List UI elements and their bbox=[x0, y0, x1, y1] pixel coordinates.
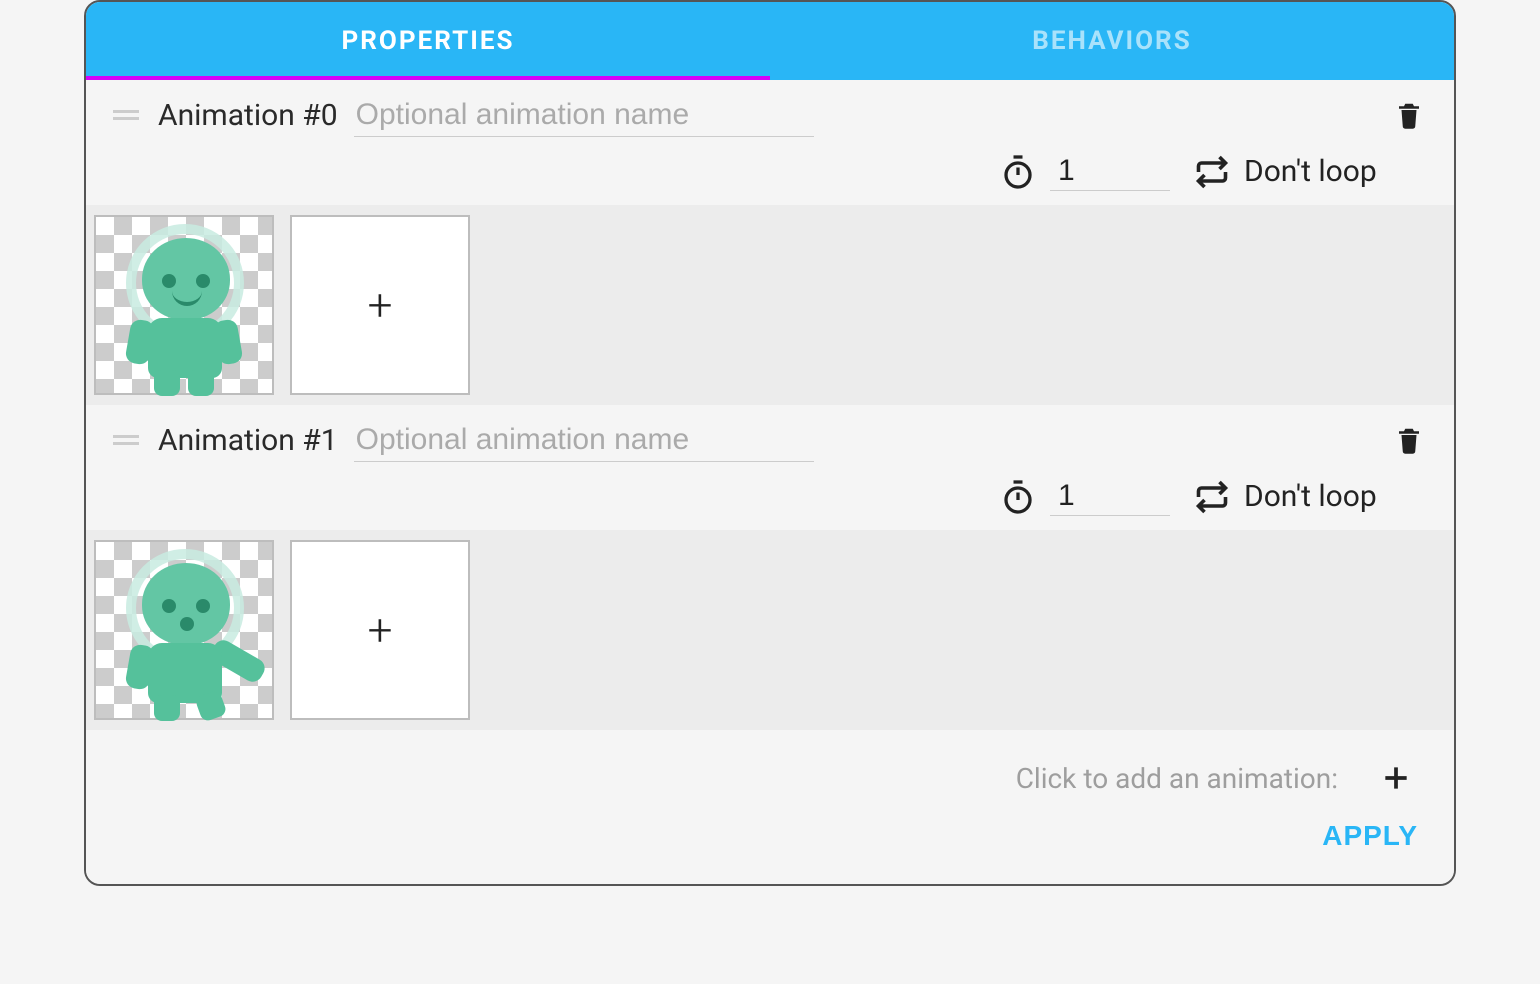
tab-behaviors-label: BEHAVIORS bbox=[1032, 26, 1191, 56]
sprite-preview bbox=[104, 220, 264, 390]
animation-item: Animation #1 bbox=[86, 405, 1454, 730]
tab-properties-label: PROPERTIES bbox=[342, 26, 515, 56]
drag-handle-icon[interactable] bbox=[110, 110, 142, 120]
plus-icon bbox=[1380, 762, 1412, 794]
animation-header: Animation #0 bbox=[86, 80, 1454, 138]
add-frame-button[interactable]: + bbox=[290, 540, 470, 720]
animation-list: Animation #0 bbox=[86, 80, 1454, 884]
trash-icon bbox=[1394, 98, 1424, 132]
timer-icon bbox=[1000, 154, 1036, 190]
delete-animation-button[interactable] bbox=[1388, 92, 1430, 138]
animation-name-input[interactable] bbox=[354, 419, 814, 462]
tab-bar: PROPERTIES BEHAVIORS bbox=[86, 2, 1454, 80]
add-animation-button[interactable] bbox=[1374, 756, 1418, 800]
animation-header: Animation #1 bbox=[86, 405, 1454, 463]
frames-row: + bbox=[86, 205, 1454, 405]
animation-item: Animation #0 bbox=[86, 80, 1454, 405]
fps-control bbox=[1000, 477, 1170, 516]
tab-properties[interactable]: PROPERTIES bbox=[86, 2, 770, 80]
frame-thumbnail[interactable] bbox=[94, 215, 274, 395]
loop-label: Don't loop bbox=[1244, 479, 1414, 514]
tab-behaviors[interactable]: BEHAVIORS bbox=[770, 2, 1454, 80]
editor-window: PROPERTIES BEHAVIORS Animation #0 bbox=[84, 0, 1456, 886]
apply-row: APPLY bbox=[86, 806, 1454, 872]
trash-icon bbox=[1394, 423, 1424, 457]
timer-icon bbox=[1000, 479, 1036, 515]
animation-label: Animation #0 bbox=[158, 98, 338, 133]
animation-label: Animation #1 bbox=[158, 423, 338, 458]
fps-input[interactable] bbox=[1050, 477, 1170, 516]
add-frame-button[interactable]: + bbox=[290, 215, 470, 395]
add-animation-row: Click to add an animation: bbox=[86, 730, 1454, 806]
frame-thumbnail[interactable] bbox=[94, 540, 274, 720]
loop-label: Don't loop bbox=[1244, 154, 1414, 189]
drag-handle-icon[interactable] bbox=[110, 435, 142, 445]
animation-controls: Don't loop bbox=[86, 138, 1454, 205]
animation-name-input[interactable] bbox=[354, 94, 814, 137]
loop-control[interactable]: Don't loop bbox=[1194, 479, 1414, 515]
loop-icon bbox=[1194, 154, 1230, 190]
sprite-preview bbox=[104, 545, 264, 715]
loop-icon bbox=[1194, 479, 1230, 515]
plus-icon: + bbox=[368, 608, 393, 652]
loop-control[interactable]: Don't loop bbox=[1194, 154, 1414, 190]
delete-animation-button[interactable] bbox=[1388, 417, 1430, 463]
fps-control bbox=[1000, 152, 1170, 191]
plus-icon: + bbox=[368, 283, 393, 327]
apply-button[interactable]: APPLY bbox=[1322, 820, 1418, 852]
add-animation-hint: Click to add an animation: bbox=[1016, 762, 1338, 795]
animation-controls: Don't loop bbox=[86, 463, 1454, 530]
frames-row: + bbox=[86, 530, 1454, 730]
fps-input[interactable] bbox=[1050, 152, 1170, 191]
